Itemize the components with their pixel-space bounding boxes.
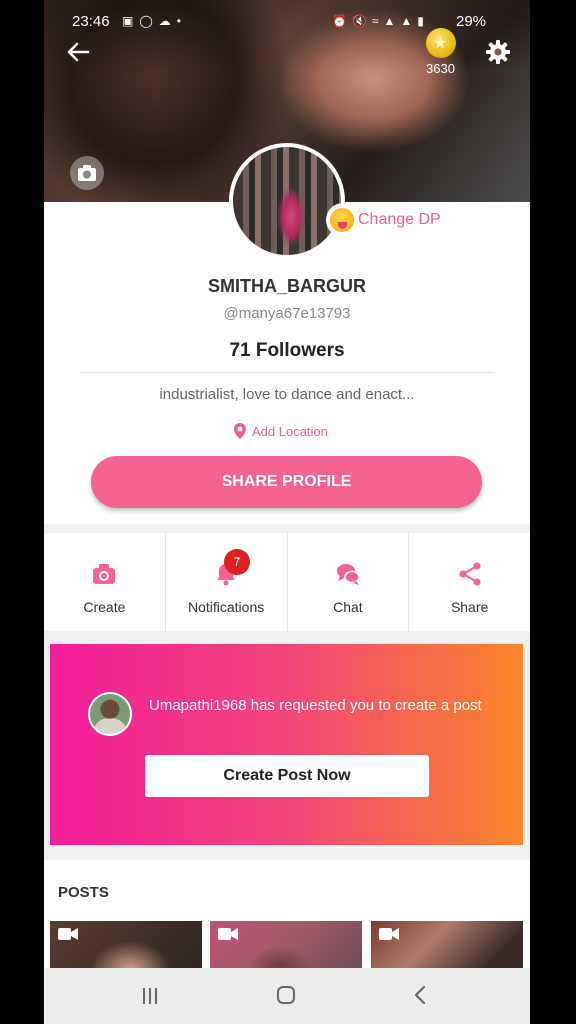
followers-count[interactable]: 71 Followers [44,340,530,362]
chat-icon [336,564,360,585]
cover-camera-icon[interactable] [70,156,104,190]
user-handle: @manya67e13793 [223,305,351,322]
add-location-link[interactable]: Add Location [234,423,328,439]
location-pin-icon [234,423,246,439]
change-dp-button[interactable]: Change DP [326,203,449,237]
recent-apps-icon[interactable] [140,986,160,1006]
home-icon[interactable] [275,984,297,1006]
post-thumbnail[interactable] [50,921,202,971]
action-create-label: Create [83,599,126,615]
post-request-banner: Umapathi1968 has requested you to create… [50,644,523,845]
share-profile-button[interactable]: SHARE PROFILE [91,456,482,508]
camera-icon [93,564,116,584]
posts-title: POSTS [58,884,109,901]
coin-count: 3630 [426,61,455,76]
action-chat-label: Chat [333,599,363,615]
profile-screen: 23:46 ▣◯☁• ⏰🔇≈▲▲▮ 29% 3630 [44,0,530,1024]
battery-level: 29% [456,13,487,30]
post-thumbnail[interactable] [371,921,523,971]
video-camera-icon [58,928,78,940]
nav-back-icon[interactable] [412,984,428,1006]
action-share[interactable]: Share [408,533,530,631]
create-post-now-button[interactable]: Create Post Now [145,755,429,797]
gear-icon[interactable] [484,38,512,66]
action-notifications[interactable]: Notifications [164,533,287,631]
back-arrow-icon[interactable] [64,38,92,66]
action-share-label: Share [450,599,489,615]
system-nav-bar [44,968,530,1024]
action-bar: Create Notifications Chat Share [44,533,530,631]
posts-section: POSTS [44,860,530,971]
video-camera-icon [379,928,399,940]
profile-avatar[interactable] [229,143,345,259]
video-camera-icon [218,928,238,940]
status-time: 23:46 [72,13,110,30]
status-bar: 23:46 ▣◯☁• ⏰🔇≈▲▲▮ 29% [44,8,530,34]
tongue-emoji-icon [330,208,354,232]
change-dp-label: Change DP [358,211,441,228]
post-thumbnail[interactable] [210,921,362,971]
username: SMITHA_BARGUR [207,276,366,296]
divider [80,372,494,373]
coin-icon[interactable] [426,28,456,58]
action-chat[interactable]: Chat [286,533,409,631]
bio-text[interactable]: industrialist, love to dance and enact..… [44,386,530,403]
status-system-icons: ⏰🔇≈▲▲▮ [332,14,429,28]
request-message: Umapathi1968 has requested you to create… [149,697,482,714]
action-notifications-label: Notifications [187,599,265,615]
share-icon [459,562,481,586]
notification-badge: 7 [224,549,250,575]
status-notification-icons: ▣◯☁• [122,14,187,28]
action-create[interactable]: Create [44,533,165,631]
add-location-label: Add Location [252,423,328,439]
requester-avatar[interactable] [88,692,132,736]
